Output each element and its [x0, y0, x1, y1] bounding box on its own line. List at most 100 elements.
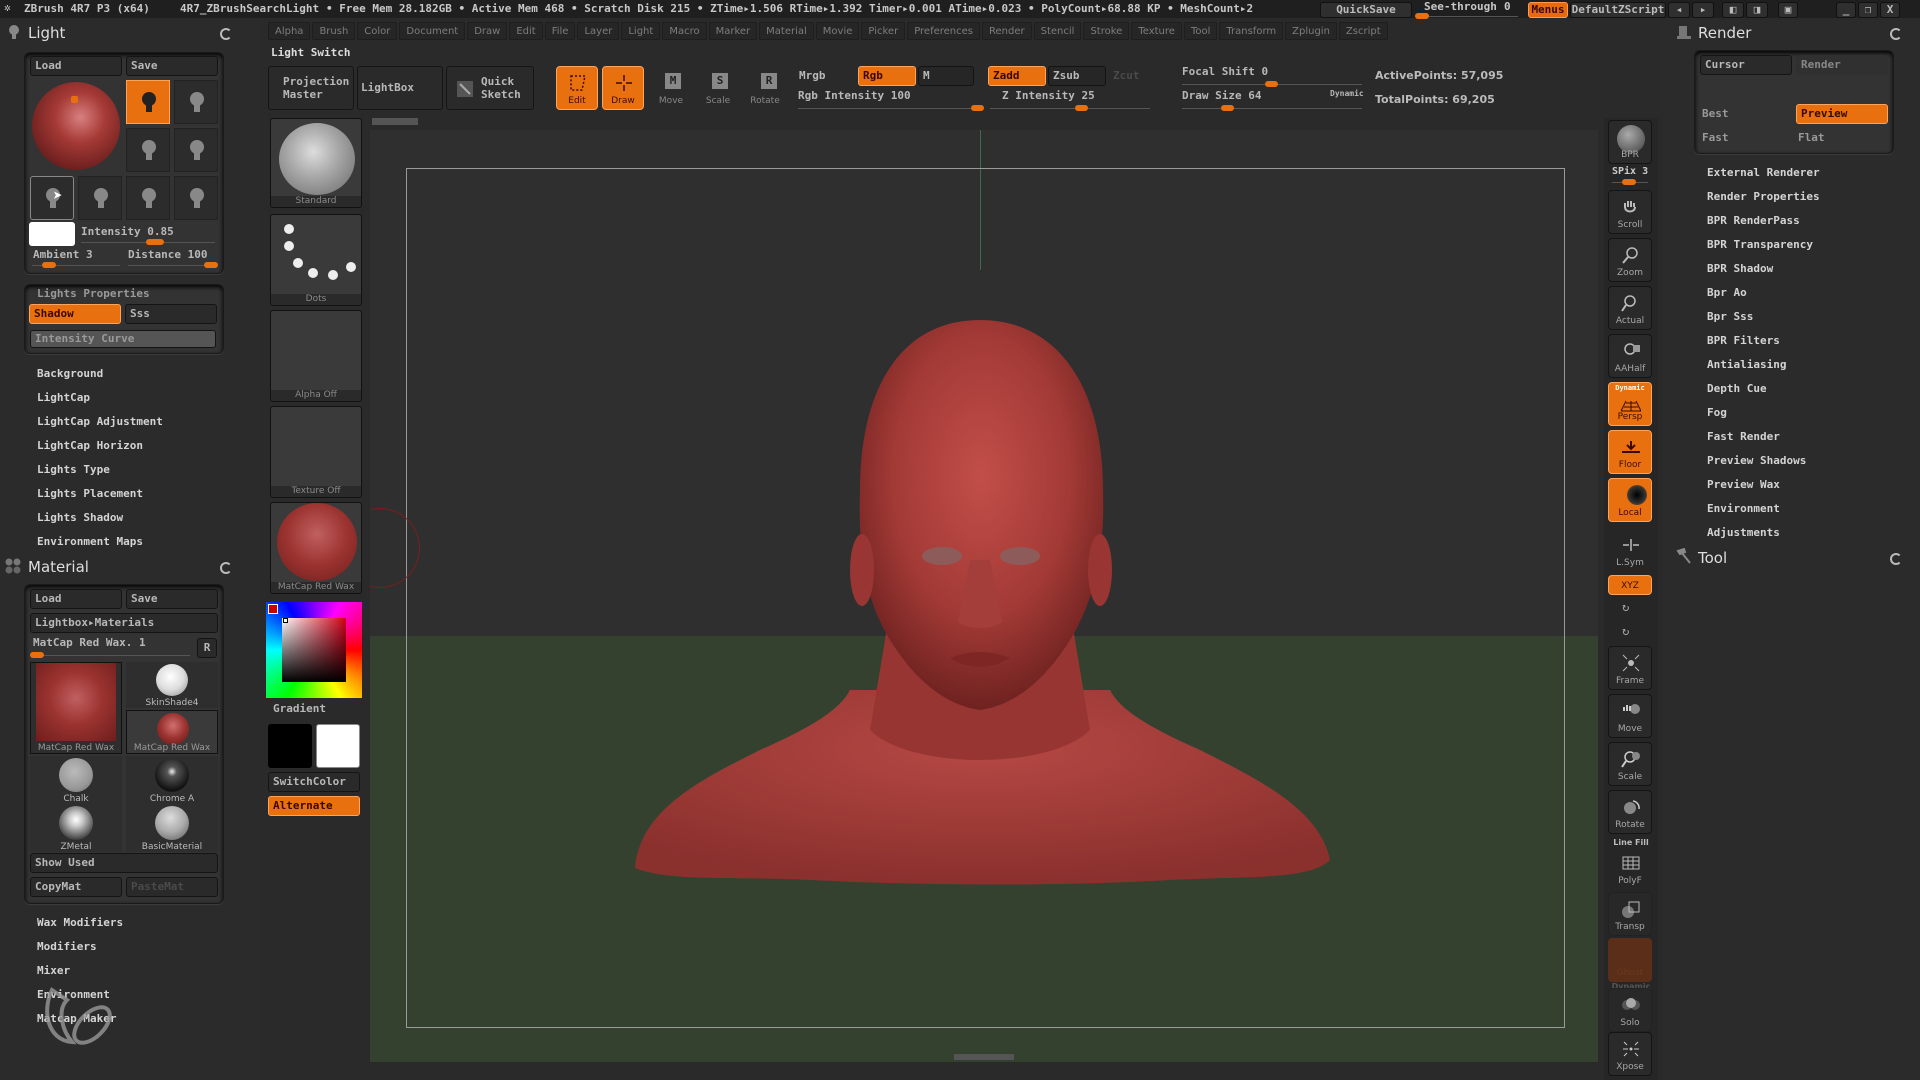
see-through-slider[interactable]: [1418, 16, 1518, 17]
scale-mode-button[interactable]: S Scale: [697, 66, 739, 110]
material-tile-basicmaterial[interactable]: BasicMaterial: [126, 804, 218, 852]
light-subpalette-lightcap[interactable]: LightCap: [37, 391, 90, 404]
render-subpalette-bpr-filters[interactable]: BPR Filters: [1707, 334, 1780, 347]
menu-render[interactable]: Render: [982, 22, 1032, 40]
render-subpalette-bpr-transparency[interactable]: BPR Transparency: [1707, 238, 1813, 251]
light-subpalette-lights-type[interactable]: Lights Type: [37, 463, 110, 476]
material-subpalette-modifiers[interactable]: Modifiers: [37, 940, 97, 953]
material-load-button[interactable]: Load: [30, 589, 122, 609]
rgb-intensity-slider[interactable]: [798, 108, 984, 109]
draw-mode-button[interactable]: Draw: [602, 66, 644, 110]
switch-color-button[interactable]: SwitchColor: [268, 772, 360, 792]
canvas-scroll-handle[interactable]: [372, 118, 418, 125]
menu-texture[interactable]: Texture: [1131, 22, 1182, 40]
alternate-button[interactable]: Alternate: [268, 796, 360, 816]
material-selector[interactable]: MatCap Red Wax: [270, 502, 362, 594]
lightbox-button[interactable]: LightBox: [357, 66, 443, 110]
light-8-toggle[interactable]: [174, 176, 218, 220]
focal-shift-knob[interactable]: [1265, 81, 1278, 87]
menu-material[interactable]: Material: [759, 22, 814, 40]
document-canvas[interactable]: [370, 130, 1598, 1062]
quick-sketch-button[interactable]: Quick Sketch: [446, 66, 534, 110]
tool-panel-undock-icon[interactable]: [1890, 553, 1902, 565]
material-panel-undock-icon[interactable]: [220, 562, 232, 574]
xpose-button[interactable]: Xpose: [1608, 1032, 1652, 1076]
menus-button[interactable]: Menus: [1528, 2, 1568, 18]
menu-stroke[interactable]: Stroke: [1083, 22, 1130, 40]
move-mode-button[interactable]: M Move: [650, 66, 692, 110]
menu-light[interactable]: Light: [621, 22, 661, 40]
scroll-button[interactable]: Scroll: [1608, 190, 1652, 234]
actual-button[interactable]: Actual: [1608, 286, 1652, 330]
xyz-rotation-button[interactable]: XYZ: [1608, 575, 1652, 595]
material-subpalette-wax-modifiers[interactable]: Wax Modifiers: [37, 916, 123, 929]
move-view-button[interactable]: Move: [1608, 694, 1652, 738]
rgb-button[interactable]: Rgb: [858, 66, 916, 86]
m-button[interactable]: M: [918, 66, 974, 86]
minimize-icon[interactable]: _: [1836, 2, 1856, 18]
alpha-selector[interactable]: Alpha Off: [270, 310, 362, 402]
shadow-button[interactable]: Shadow: [29, 304, 121, 324]
light-position-handle[interactable]: [71, 96, 78, 103]
render-cursor-button[interactable]: Cursor: [1700, 55, 1792, 75]
light-subpalette-lights-shadow[interactable]: Lights Shadow: [37, 511, 123, 524]
render-subpalette-render-properties[interactable]: Render Properties: [1707, 190, 1820, 203]
quicksave-button[interactable]: QuickSave: [1320, 2, 1412, 18]
light-intensity-knob[interactable]: [146, 239, 164, 245]
material-tile-chrome-a[interactable]: Chrome A: [126, 756, 218, 804]
gradient-button[interactable]: Gradient: [268, 700, 360, 718]
z-rotation-icon[interactable]: ↻: [1622, 624, 1629, 638]
show-used-button[interactable]: Show Used: [30, 853, 218, 873]
menu-document[interactable]: Document: [399, 22, 466, 40]
expand-ui-icon[interactable]: ▸: [1692, 2, 1714, 18]
sss-button[interactable]: Sss: [125, 304, 217, 324]
zoom-button[interactable]: Zoom: [1608, 238, 1652, 282]
distance-knob[interactable]: [204, 262, 218, 268]
brush-selector[interactable]: Standard: [270, 118, 362, 208]
menu-alpha[interactable]: Alpha: [268, 22, 311, 40]
draw-size-slider[interactable]: [1182, 108, 1362, 109]
close-icon[interactable]: X: [1880, 2, 1900, 18]
see-through-knob[interactable]: [1415, 13, 1429, 19]
intensity-curve-button[interactable]: Intensity Curve: [30, 330, 216, 348]
render-render-button[interactable]: Render: [1796, 55, 1888, 75]
floor-button[interactable]: Floor: [1608, 430, 1652, 474]
main-color-swatch[interactable]: [268, 724, 312, 768]
edit-mode-button[interactable]: Edit: [556, 66, 598, 110]
render-subpalette-fast-render[interactable]: Fast Render: [1707, 430, 1780, 443]
solo-button[interactable]: Solo: [1608, 988, 1652, 1032]
z-intensity-slider[interactable]: [990, 108, 1150, 109]
render-fast-option[interactable]: Fast: [1702, 131, 1729, 144]
menu-brush[interactable]: Brush: [312, 22, 356, 40]
light-subpalette-lightcap-horizon[interactable]: LightCap Horizon: [37, 439, 143, 452]
render-panel-undock-icon[interactable]: [1890, 28, 1902, 40]
render-best-option[interactable]: Best: [1702, 107, 1729, 120]
spix-knob[interactable]: [1622, 179, 1636, 185]
lock-icon[interactable]: ▣: [1778, 2, 1798, 18]
material-tile-chalk[interactable]: Chalk: [30, 756, 122, 804]
ghost-button[interactable]: Ghost: [1608, 938, 1652, 982]
sculpt-model[interactable]: [370, 130, 1598, 1062]
rotate-view-button[interactable]: Rotate: [1608, 790, 1652, 834]
material-tile-skinshade4[interactable]: SkinShade4: [126, 662, 218, 708]
shrink-ui-icon[interactable]: ◂: [1668, 2, 1690, 18]
restore-icon[interactable]: ❐: [1858, 2, 1878, 18]
lights-properties-title[interactable]: Lights Properties: [37, 287, 150, 300]
menu-tool[interactable]: Tool: [1183, 22, 1218, 40]
menu-transform[interactable]: Transform: [1219, 22, 1284, 40]
render-subpalette-bpr-ao[interactable]: Bpr Ao: [1707, 286, 1747, 299]
menu-color[interactable]: Color: [357, 22, 398, 40]
draw-size-knob[interactable]: [1221, 105, 1234, 111]
material-reset-button[interactable]: R: [197, 638, 217, 658]
light-color-swatch[interactable]: [29, 222, 75, 246]
menu-preferences[interactable]: Preferences: [907, 22, 981, 40]
rgb-intensity-knob[interactable]: [971, 105, 984, 111]
menu-stencil[interactable]: Stencil: [1033, 22, 1082, 40]
distance-slider[interactable]: [128, 265, 216, 266]
render-subpalette-bpr-shadow[interactable]: BPR Shadow: [1707, 262, 1773, 275]
light-3-toggle[interactable]: [126, 128, 170, 172]
transp-button[interactable]: Transp: [1608, 892, 1652, 936]
light-4-toggle[interactable]: [174, 128, 218, 172]
render-subpalette-depth-cue[interactable]: Depth Cue: [1707, 382, 1767, 395]
light-5-toggle[interactable]: [30, 176, 74, 220]
